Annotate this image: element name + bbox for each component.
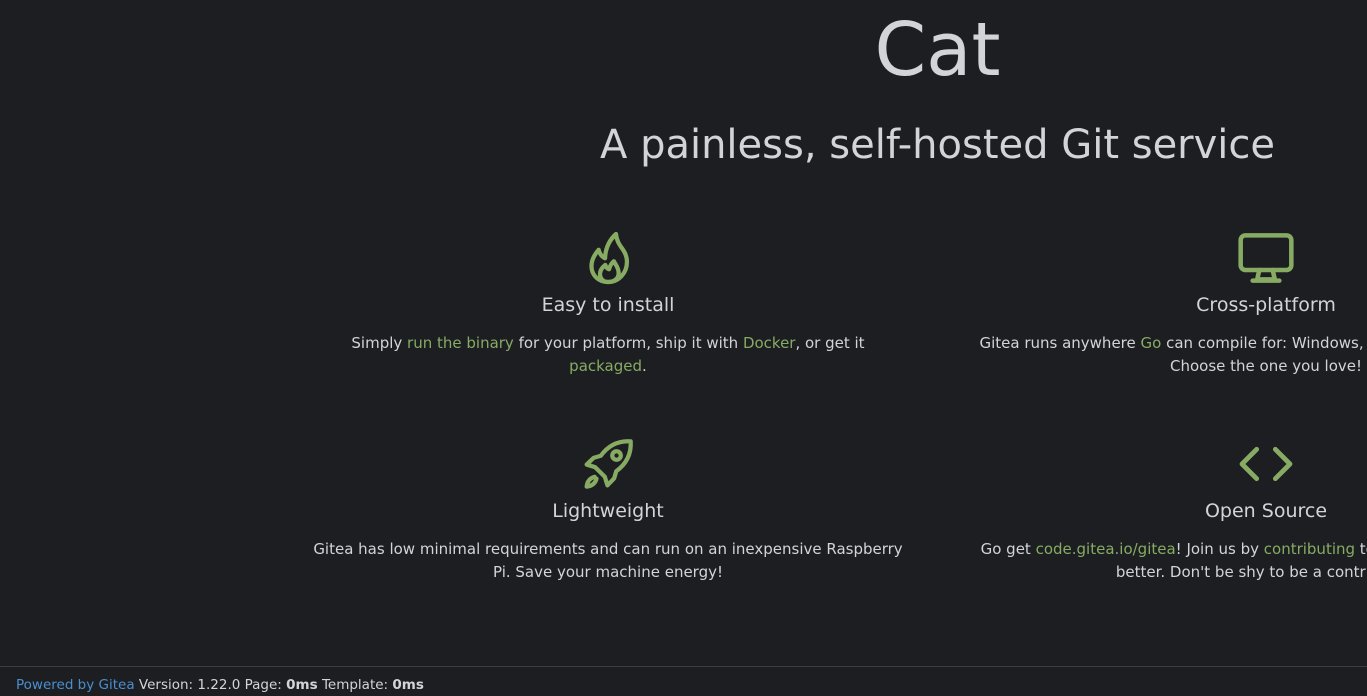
text-segment: Simply	[351, 334, 408, 352]
home-page: Cat A painless, self-hosted Git service …	[0, 0, 1367, 696]
docker-link[interactable]: Docker	[743, 334, 796, 352]
template-time: 0ms	[392, 677, 424, 693]
text-segment: .	[642, 357, 647, 375]
site-tagline: A painless, self-hosted Git service	[599, 122, 1276, 168]
feature-description: Simply run the binary for your platform,…	[313, 332, 903, 378]
feature-lightweight: Lightweight Gitea has low minimal requir…	[308, 432, 908, 584]
feature-title: Lightweight	[552, 500, 664, 522]
feature-title: Cross-platform	[1196, 294, 1336, 316]
text-segment: can compile for: Windows, macOS, Linux, …	[1166, 334, 1367, 375]
run-binary-link[interactable]: run the binary	[407, 334, 514, 352]
rocket-icon	[576, 432, 640, 496]
version-label: Version: 1.22.0 Page:	[134, 677, 287, 693]
text-segment: for your platform, ship it with	[513, 334, 743, 352]
page-footer: Powered by Gitea Version: 1.22.0 Page: 0…	[0, 666, 1367, 696]
contributing-link[interactable]: contributing	[1264, 540, 1355, 558]
text-segment: Gitea has low minimal requirements and c…	[313, 540, 903, 581]
feature-title: Open Source	[1204, 500, 1328, 522]
feature-description: Go get code.gitea.io/gitea! Join us by c…	[971, 538, 1367, 584]
site-title: Cat	[874, 7, 1001, 93]
page-time: 0ms	[286, 677, 318, 693]
text-segment: ! Join us by	[1175, 540, 1264, 558]
text-segment: , or get it	[795, 334, 865, 352]
text-segment: Go get	[980, 540, 1036, 558]
template-label: Template:	[317, 677, 393, 693]
packaged-link[interactable]: packaged	[569, 357, 642, 375]
code-icon	[1234, 432, 1298, 496]
gitea-source-link[interactable]: code.gitea.io/gitea	[1036, 540, 1176, 558]
text-segment: Gitea runs anywhere	[979, 334, 1141, 352]
feature-open-source: Open Source Go get code.gitea.io/gitea! …	[966, 432, 1367, 584]
flame-icon	[576, 226, 640, 290]
feature-cross-platform: Cross-platform Gitea runs anywhere Go ca…	[966, 226, 1367, 378]
powered-by-link[interactable]: Powered by Gitea	[16, 677, 135, 693]
go-link[interactable]: Go	[1141, 334, 1162, 352]
feature-easy-to-install: Easy to install Simply run the binary fo…	[308, 226, 908, 378]
feature-description: Gitea runs anywhere Go can compile for: …	[971, 332, 1367, 378]
feature-description: Gitea has low minimal requirements and c…	[313, 538, 903, 584]
monitor-icon	[1234, 226, 1298, 290]
feature-title: Easy to install	[541, 294, 675, 316]
